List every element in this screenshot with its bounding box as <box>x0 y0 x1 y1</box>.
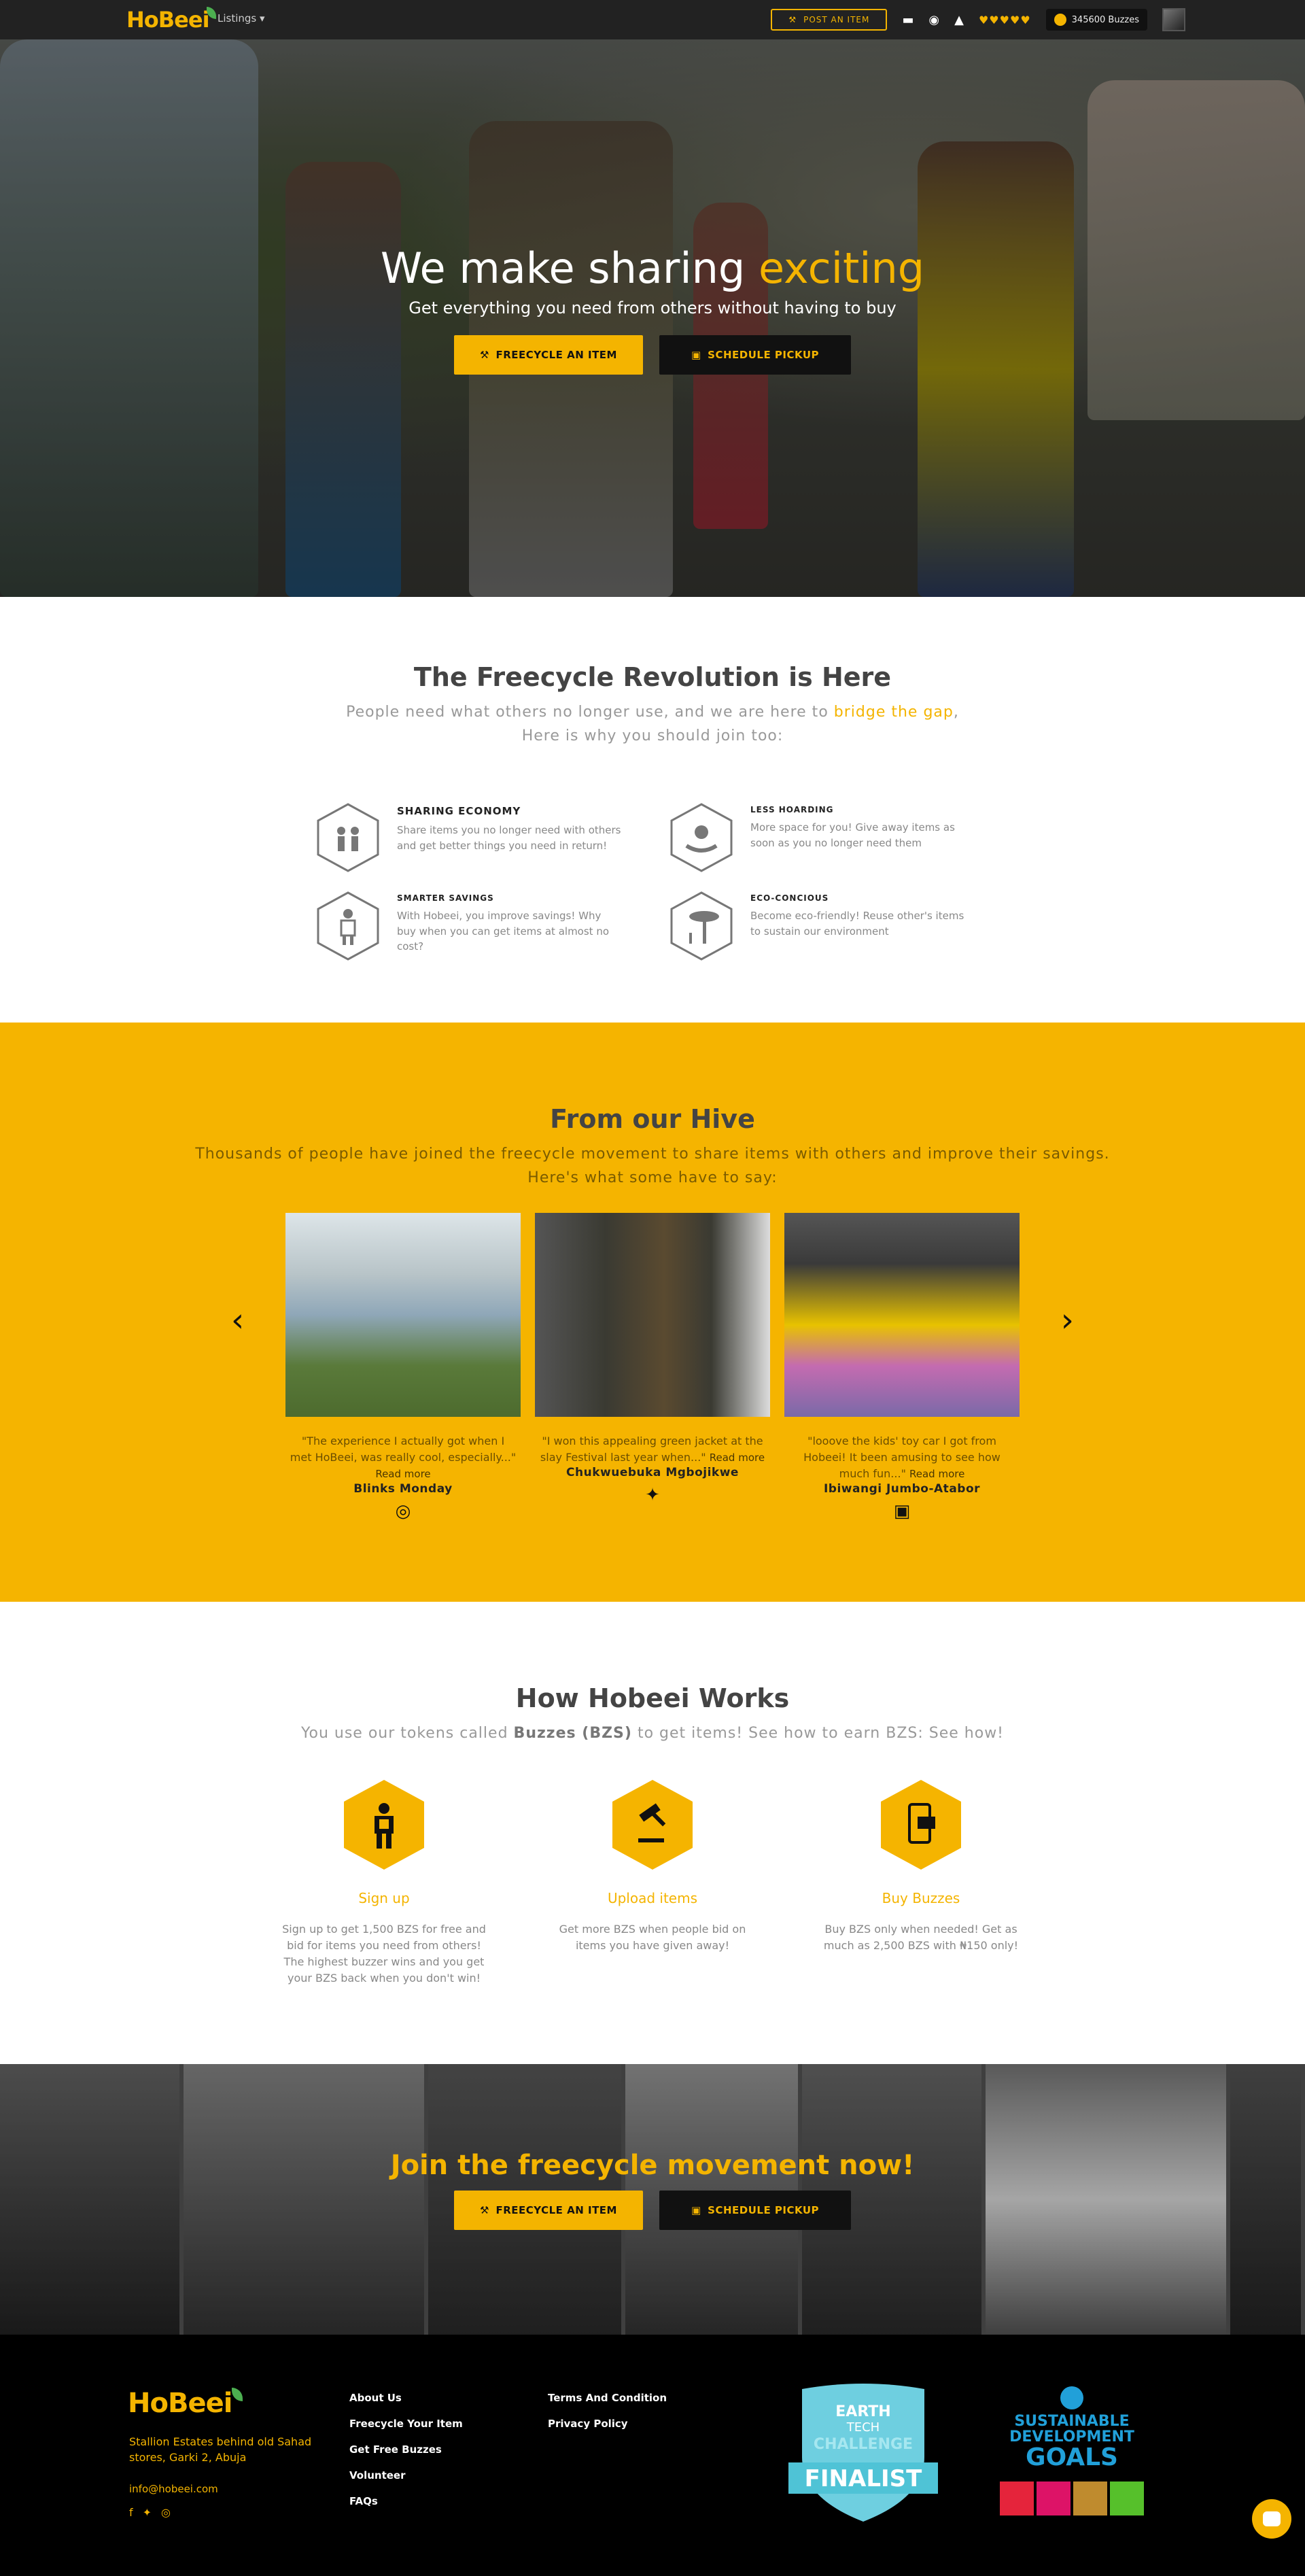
revolution-subtitle: People need what others no longer use, a… <box>346 704 959 745</box>
hammer-icon: ⚒ <box>788 15 797 24</box>
svg-text:TECH: TECH <box>846 2420 880 2435</box>
hero-title: We make sharing exciting <box>380 243 925 293</box>
hive-subtitle: Thousands of people have joined the free… <box>195 1146 1110 1187</box>
gavel-icon <box>612 1780 693 1870</box>
carousel-prev-arrow[interactable]: ‹ <box>231 1301 244 1339</box>
mobile-pay-icon <box>881 1780 961 1870</box>
feature-sharing-economy: SHARING ECONOMY Share items you no longe… <box>315 802 669 873</box>
testimonial-photo <box>285 1213 521 1417</box>
twitter-icon[interactable]: ✦ <box>535 1485 770 1505</box>
testimonial-name: Chukwuebuka Mgbojikwe <box>566 1466 739 1479</box>
revolution-title: The Freecycle Revolution is Here <box>413 662 892 692</box>
read-more-link[interactable]: Read more <box>909 1468 964 1480</box>
testimonial-name: Blinks Monday <box>353 1482 453 1496</box>
top-navbar: HoBeei Listings ▾ ⚒ POST AN ITEM ▬ ◉ ▲ ♥… <box>0 0 1305 39</box>
testimonial-name: Ibiwangi Jumbo-Atabor <box>823 1482 981 1496</box>
testimonial-photo <box>784 1213 1020 1417</box>
twitter-icon[interactable]: ✦ <box>143 2506 152 2519</box>
how-it-works-section: How Hobeei Works You use our tokens call… <box>0 1602 1305 2064</box>
step-upload-items: Upload items Get more BZS when people bi… <box>547 1779 758 1987</box>
hammer-icon: ⚒ <box>480 2204 489 2216</box>
sharing-icon <box>317 803 379 872</box>
feature-less-hoarding: LESS HOARDING More space for you! Give a… <box>669 802 995 873</box>
facebook-icon[interactable]: f <box>129 2506 133 2519</box>
hero-section: We make sharing exciting Get everything … <box>0 39 1305 597</box>
chat-widget-button[interactable] <box>1252 2499 1291 2539</box>
footer-link-volunteer[interactable]: Volunteer <box>349 2469 463 2481</box>
footer-link-terms[interactable]: Terms And Condition <box>548 2392 667 2404</box>
feature-smarter-savings: SMARTER SAVINGS With Hobeei, you improve… <box>315 891 669 961</box>
how-subtitle: You use our tokens called Buzzes (BZS) t… <box>300 1725 1005 1742</box>
chat-bubble-icon <box>1263 2511 1281 2526</box>
tree-icon <box>670 891 733 961</box>
un-emblem-icon <box>1060 2386 1083 2409</box>
how-title: How Hobeei Works <box>515 1683 790 1713</box>
sdg-badge: SUSTAINABLE DEVELOPMENT GOALS <box>998 2386 1146 2515</box>
signup-person-icon <box>344 1780 424 1870</box>
testimonials-section: From our Hive Thousands of people have j… <box>0 1023 1305 1602</box>
footer-link-privacy[interactable]: Privacy Policy <box>548 2418 667 2430</box>
footer-logo[interactable]: HoBeei <box>128 2388 243 2419</box>
listings-dropdown[interactable]: Listings ▾ <box>218 12 265 24</box>
step-buy-buzzes: Buy Buzzes Buy BZS only when needed! Get… <box>816 1779 1026 1987</box>
footer-address: Stallion Estates behind old Sahad stores… <box>129 2435 312 2465</box>
sdg-goal-icon <box>1037 2481 1071 2515</box>
read-more-link[interactable]: Read more <box>375 1468 430 1480</box>
read-more-link[interactable]: Read more <box>710 1452 765 1464</box>
hive-title: From our Hive <box>550 1104 755 1134</box>
facebook-icon[interactable]: ▣ <box>784 1501 1020 1522</box>
testimonial-photo <box>535 1213 770 1417</box>
instagram-icon[interactable]: ◎ <box>285 1501 521 1522</box>
revolution-section: The Freecycle Revolution is Here People … <box>0 597 1305 1023</box>
svg-text:CHALLENGE: CHALLENGE <box>814 2436 913 2453</box>
freecycle-item-button[interactable]: ⚒ FREECYCLE AN ITEM <box>454 335 643 375</box>
sdg-goal-icon <box>1000 2481 1034 2515</box>
footer-links-col2: Terms And Condition Privacy Policy <box>548 2392 667 2430</box>
footer-link-freecycle[interactable]: Freecycle Your Item <box>349 2418 463 2430</box>
testimonial-card: "I won this appealing green jacket at th… <box>535 1213 770 1505</box>
freecycle-item-button[interactable]: ⚒ FREECYCLE AN ITEM <box>454 2191 643 2230</box>
schedule-pickup-button[interactable]: ▣ SCHEDULE PICKUP <box>659 335 851 375</box>
post-item-button[interactable]: ⚒ POST AN ITEM <box>771 9 888 31</box>
testimonial-carousel: ‹ › "The experience I actually got when … <box>231 1213 1074 1553</box>
hearts-rating: ♥♥♥♥♥ <box>978 13 1031 27</box>
person-icon <box>317 891 379 961</box>
footer-email[interactable]: info@hobeei.com <box>129 2483 218 2495</box>
eye-icon[interactable]: ◉ <box>928 13 939 27</box>
sdg-goal-icon <box>1073 2481 1107 2515</box>
footer-link-free-buzzes[interactable]: Get Free Buzzes <box>349 2443 463 2456</box>
sdg-goal-icon <box>1110 2481 1144 2515</box>
schedule-pickup-button[interactable]: ▣ SCHEDULE PICKUP <box>659 2191 851 2230</box>
testimonial-card: "looove the kids' toy car I got from Hob… <box>784 1213 1020 1522</box>
footer: HoBeei Stallion Estates behind old Sahad… <box>0 2335 1305 2576</box>
footer-links-col1: About Us Freecycle Your Item Get Free Bu… <box>349 2392 463 2507</box>
calendar-icon: ▣ <box>691 2204 701 2216</box>
svg-text:FINALIST: FINALIST <box>805 2465 922 2492</box>
instagram-icon[interactable]: ◎ <box>161 2506 171 2519</box>
footer-link-about[interactable]: About Us <box>349 2392 463 2404</box>
coin-icon <box>1054 14 1066 26</box>
join-section: Join the freecycle movement now! ⚒ FREECY… <box>0 2064 1305 2335</box>
earth-tech-finalist-badge: EARTH TECH CHALLENGE FINALIST <box>788 2384 938 2522</box>
hands-icon <box>670 803 733 872</box>
chat-icon[interactable]: ▬ <box>902 13 914 27</box>
user-avatar[interactable] <box>1162 8 1185 31</box>
feature-eco-concious: ECO-CONCIOUS Become eco-friendly! Reuse … <box>669 891 995 961</box>
testimonial-card: "The experience I actually got when I me… <box>285 1213 521 1522</box>
footer-link-faqs[interactable]: FAQs <box>349 2495 463 2507</box>
hobeei-logo[interactable]: HoBeei <box>126 7 216 33</box>
hammer-icon: ⚒ <box>480 349 489 361</box>
calendar-icon: ▣ <box>691 349 701 361</box>
hero-subtitle: Get everything you need from others with… <box>408 298 897 317</box>
carousel-next-arrow[interactable]: › <box>1061 1301 1074 1339</box>
step-sign-up: Sign up Sign up to get 1,500 BZS for fre… <box>279 1779 489 1987</box>
join-title: Join the freecycle movement now! <box>390 2150 915 2181</box>
svg-text:EARTH: EARTH <box>835 2403 890 2420</box>
buzzes-balance[interactable]: 345600 Buzzes <box>1045 9 1147 31</box>
bell-icon[interactable]: ▲ <box>954 13 964 27</box>
